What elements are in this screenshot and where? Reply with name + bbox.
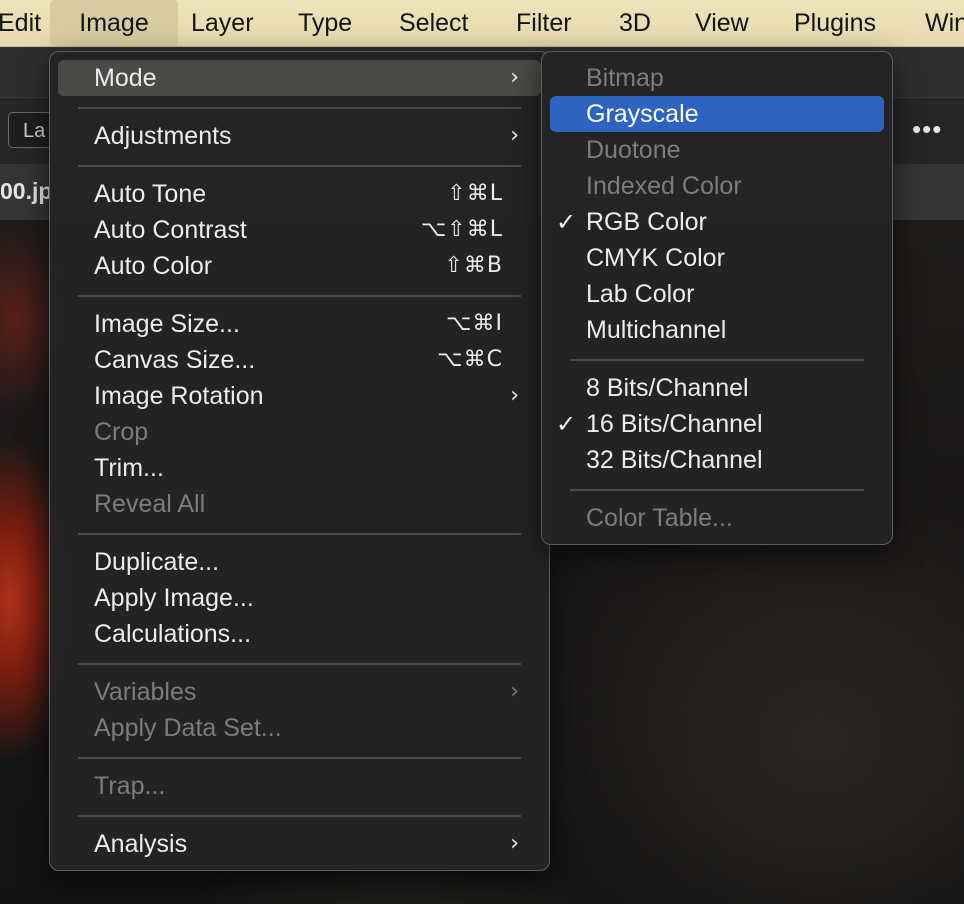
shortcut-label: ⌥⌘C (437, 347, 503, 372)
menu-separator (78, 815, 521, 817)
mode-item-8-bits[interactable]: 8 Bits/Channel (542, 370, 892, 406)
menu-item-label: Multichannel (586, 316, 727, 344)
menubar-edit[interactable]: Edit (0, 0, 41, 46)
shortcut-label: ⌥⌘I (446, 311, 503, 336)
menu-item-label: Auto Color (94, 252, 213, 280)
menu-item-label: Reveal All (94, 490, 206, 518)
mode-item-color-table: Color Table... (542, 500, 892, 536)
menu-item-label: Duplicate... (94, 548, 220, 576)
menu-item-trap: Trap... (50, 768, 549, 804)
menu-item-image-rotation[interactable]: Image Rotation › (50, 378, 549, 414)
ellipsis-icon[interactable]: ••• (912, 114, 942, 145)
shortcut-label: ⇧⌘B (444, 253, 503, 278)
menu-separator (78, 757, 521, 759)
menu-item-label: Calculations... (94, 620, 252, 648)
menu-item-label: Trap... (94, 772, 166, 800)
checkmark-icon: ✓ (556, 208, 577, 236)
menu-separator (78, 107, 521, 109)
menu-item-label: Auto Tone (94, 180, 207, 208)
menu-item-auto-tone[interactable]: Auto Tone ⇧⌘L (50, 176, 549, 212)
menu-item-label: Trim... (94, 454, 164, 482)
menu-separator (570, 359, 864, 361)
menu-item-apply-image[interactable]: Apply Image... (50, 580, 549, 616)
menu-item-label: Lab Color (586, 280, 695, 308)
menubar-select[interactable]: Select (399, 0, 468, 46)
menu-item-auto-color[interactable]: Auto Color ⇧⌘B (50, 248, 549, 284)
image-menu: Mode › Adjustments › Auto Tone ⇧⌘L Auto … (49, 51, 550, 871)
shortcut-label: ⌥⇧⌘L (420, 217, 503, 242)
menu-item-label: Image Rotation (94, 382, 264, 410)
menu-item-canvas-size[interactable]: Canvas Size... ⌥⌘C (50, 342, 549, 378)
chevron-right-icon: › (510, 679, 519, 704)
menu-item-label: Auto Contrast (94, 216, 247, 244)
menu-item-calculations[interactable]: Calculations... (50, 616, 549, 652)
menu-item-crop: Crop (50, 414, 549, 450)
shortcut-label: ⇧⌘L (447, 181, 503, 206)
document-tab[interactable]: 00.jp (0, 178, 52, 205)
mode-item-bitmap: Bitmap (542, 60, 892, 96)
menu-item-label: Variables (94, 678, 197, 706)
menu-item-apply-data-set: Apply Data Set... (50, 710, 549, 746)
menu-item-label: Adjustments (94, 122, 232, 150)
mode-item-indexed-color: Indexed Color (542, 168, 892, 204)
mode-item-cmyk-color[interactable]: CMYK Color (542, 240, 892, 276)
menu-separator (570, 489, 864, 491)
menu-item-label: Mode (94, 64, 157, 92)
menu-item-label: Canvas Size... (94, 346, 256, 374)
chevron-right-icon: › (510, 831, 519, 856)
menu-item-adjustments[interactable]: Adjustments › (50, 118, 549, 154)
chevron-right-icon: › (510, 383, 519, 408)
chevron-right-icon: › (510, 123, 519, 148)
menu-item-mode[interactable]: Mode › (58, 60, 541, 96)
menubar-layer[interactable]: Layer (191, 0, 254, 46)
menu-item-label: 8 Bits/Channel (586, 374, 749, 402)
menubar-window[interactable]: Win (925, 0, 964, 46)
menu-item-label: Image Size... (94, 310, 240, 338)
menu-item-auto-contrast[interactable]: Auto Contrast ⌥⇧⌘L (50, 212, 549, 248)
menu-item-reveal-all: Reveal All (50, 486, 549, 522)
checkmark-icon: ✓ (556, 410, 577, 438)
mode-submenu: Bitmap Grayscale Duotone Indexed Color ✓… (541, 51, 893, 545)
menu-item-label: 32 Bits/Channel (586, 446, 763, 474)
menu-item-label: Color Table... (586, 504, 733, 532)
mode-item-16-bits[interactable]: ✓ 16 Bits/Channel (542, 406, 892, 442)
menu-item-label: Crop (94, 418, 149, 446)
menu-item-label: CMYK Color (586, 244, 725, 272)
menu-item-label: Analysis (94, 830, 188, 858)
mode-item-multichannel[interactable]: Multichannel (542, 312, 892, 348)
menubar-filter[interactable]: Filter (516, 0, 572, 46)
menu-separator (78, 663, 521, 665)
menubar-type[interactable]: Type (298, 0, 352, 46)
menubar-image[interactable]: Image (50, 0, 178, 46)
mode-item-32-bits[interactable]: 32 Bits/Channel (542, 442, 892, 478)
menu-item-variables: Variables › (50, 674, 549, 710)
menubar-plugins[interactable]: Plugins (794, 0, 876, 46)
menu-bar: Edit Image Layer Type Select Filter 3D V… (0, 0, 964, 47)
mode-item-rgb-color[interactable]: ✓ RGB Color (542, 204, 892, 240)
menu-item-label: Duotone (586, 136, 681, 164)
menu-item-label: Apply Image... (94, 584, 254, 612)
menu-item-label: Bitmap (586, 64, 664, 92)
menu-item-analysis[interactable]: Analysis › (50, 826, 549, 862)
menu-item-label: Grayscale (586, 100, 699, 128)
menu-separator (78, 295, 521, 297)
menubar-3d[interactable]: 3D (619, 0, 651, 46)
mode-item-grayscale[interactable]: Grayscale (550, 96, 884, 132)
menu-item-label: Apply Data Set... (94, 714, 282, 742)
menubar-view[interactable]: View (695, 0, 749, 46)
mode-item-duotone: Duotone (542, 132, 892, 168)
menu-item-trim[interactable]: Trim... (50, 450, 549, 486)
mode-item-lab-color[interactable]: Lab Color (542, 276, 892, 312)
menu-separator (78, 165, 521, 167)
menu-item-image-size[interactable]: Image Size... ⌥⌘I (50, 306, 549, 342)
chevron-right-icon: › (510, 65, 519, 90)
menu-separator (78, 533, 521, 535)
menu-item-duplicate[interactable]: Duplicate... (50, 544, 549, 580)
menu-item-label: 16 Bits/Channel (586, 410, 763, 438)
menu-item-label: RGB Color (586, 208, 707, 236)
menu-item-label: Indexed Color (586, 172, 742, 200)
